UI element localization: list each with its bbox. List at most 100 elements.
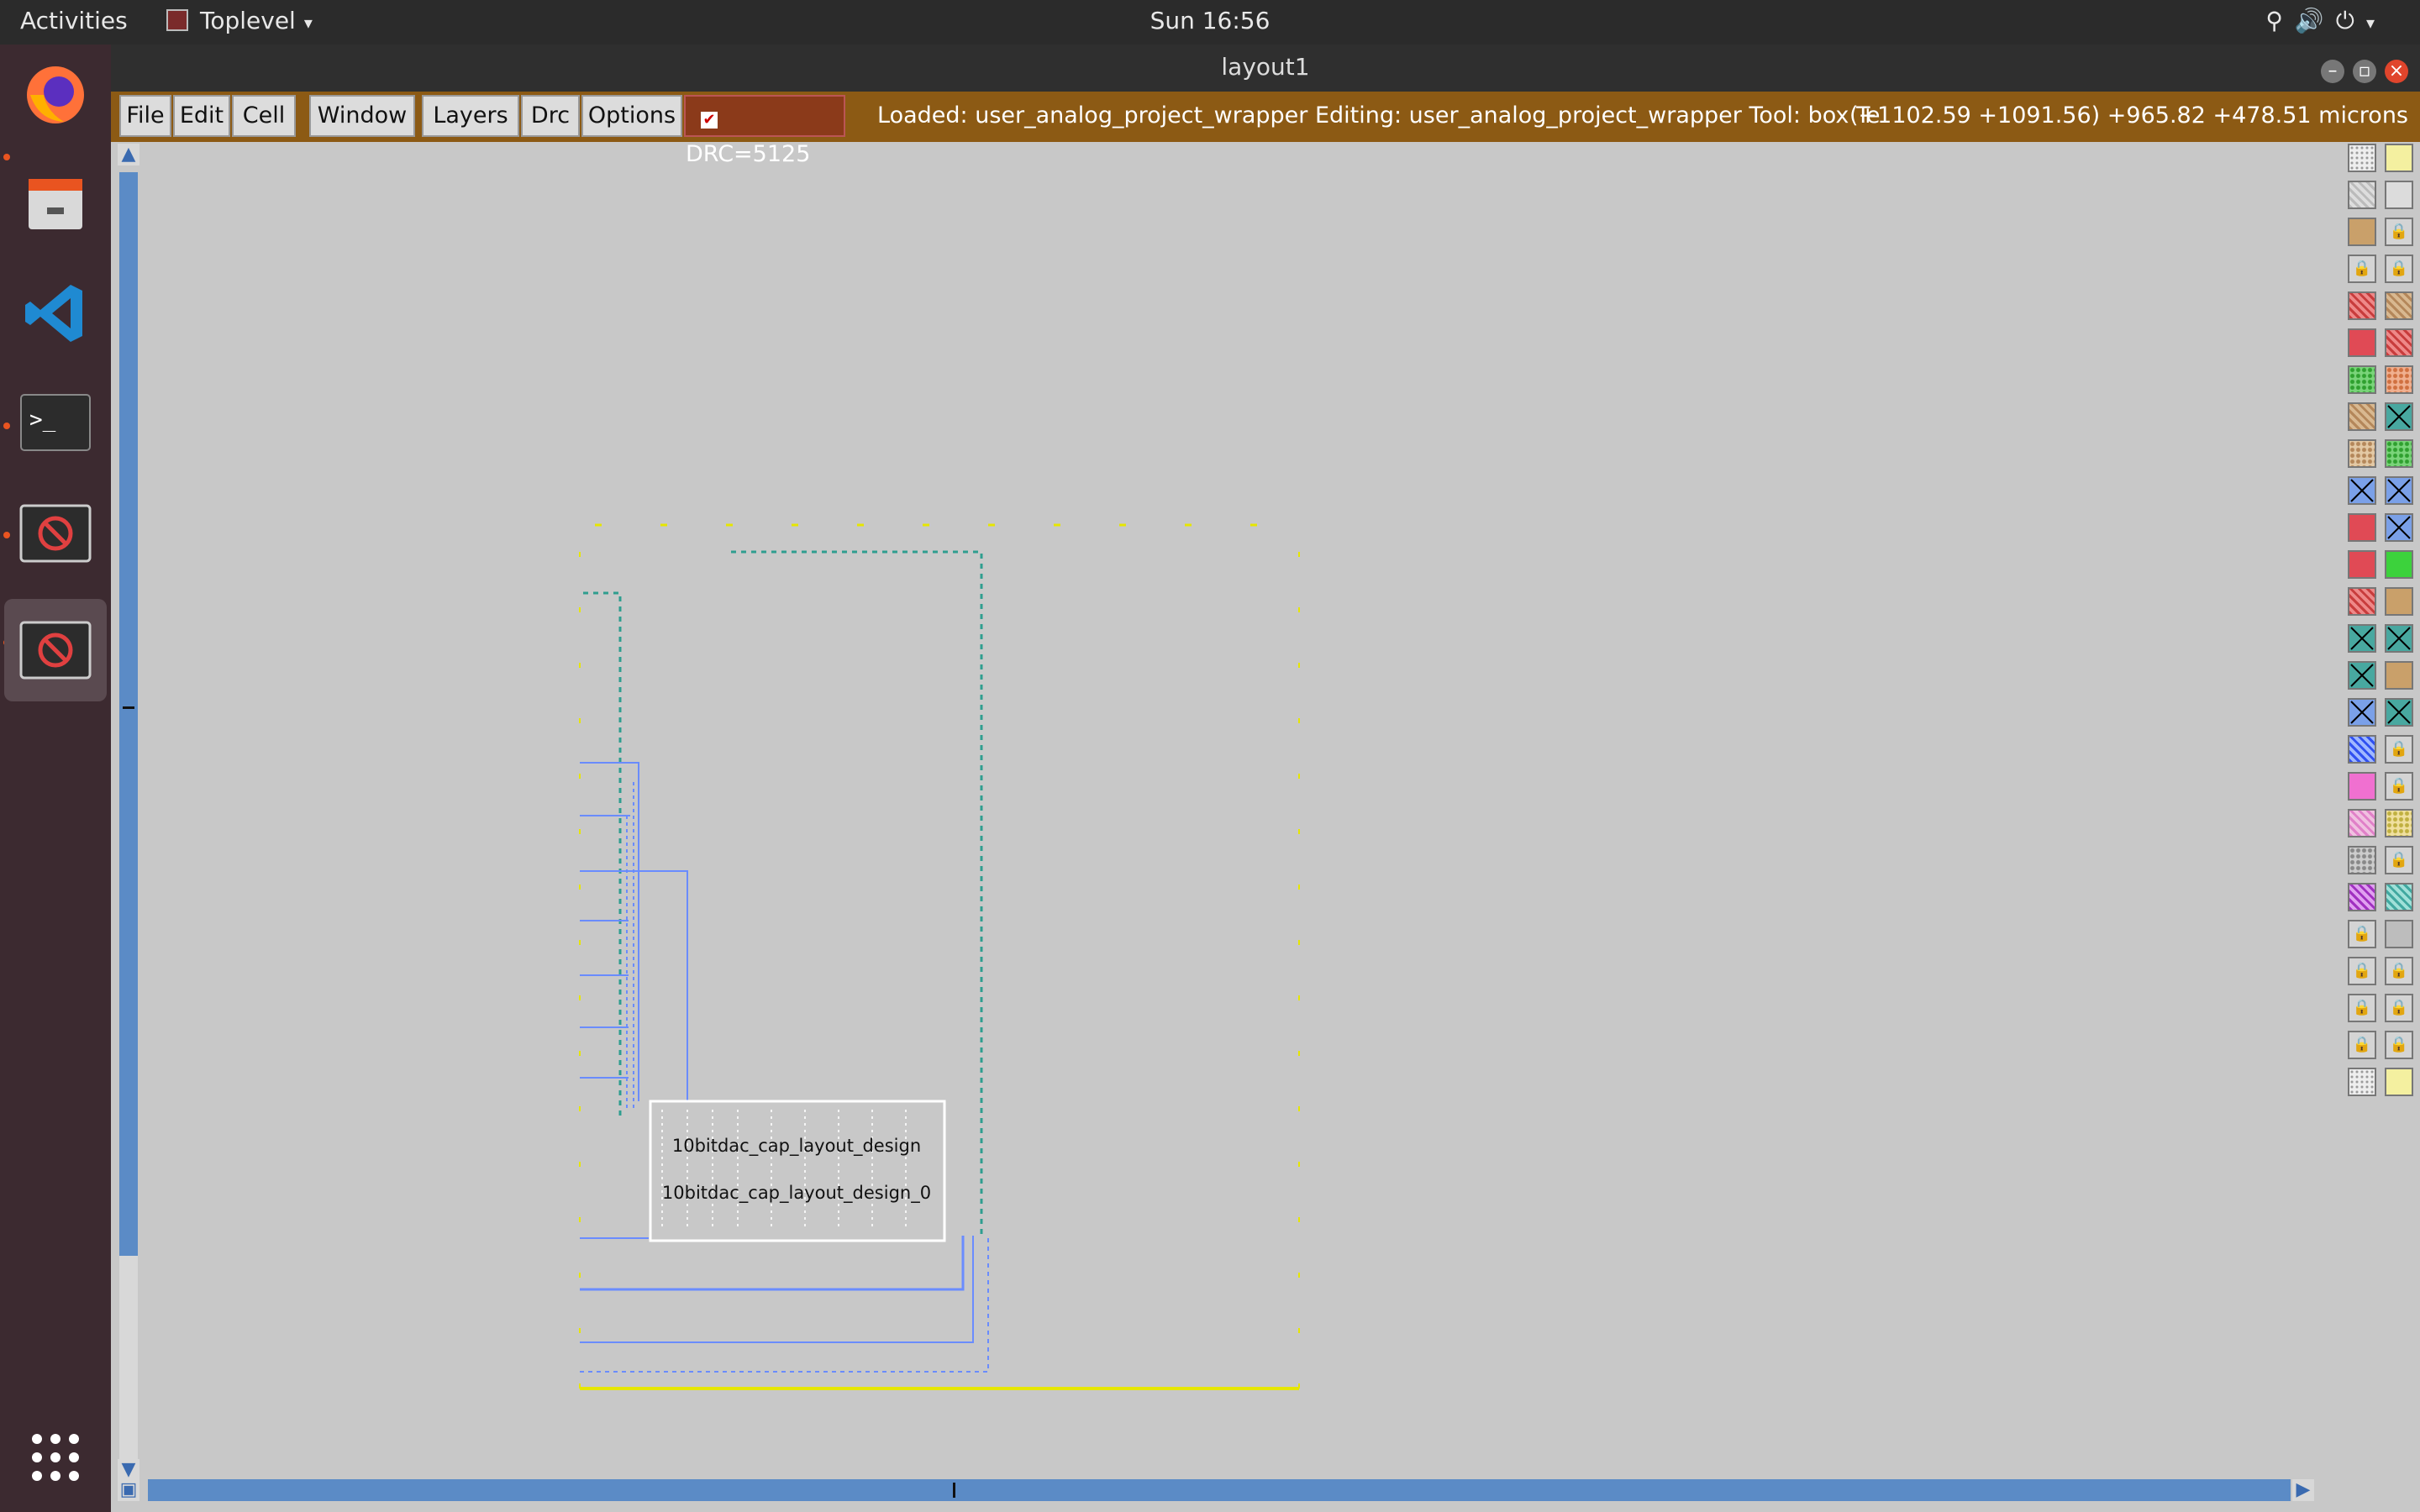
layer-swatch[interactable] xyxy=(2385,144,2413,172)
lock-icon[interactable]: 🔒 xyxy=(2348,920,2376,948)
layer-swatch[interactable] xyxy=(2348,698,2376,727)
layer-swatch[interactable] xyxy=(2385,439,2413,468)
layer-swatch[interactable] xyxy=(2385,661,2413,690)
horizontal-scroll-thumb[interactable] xyxy=(148,1479,2291,1501)
drc-toggle[interactable]: ✔DRC=5125 xyxy=(684,95,845,167)
layer-swatch[interactable] xyxy=(2348,883,2376,911)
menu-window[interactable]: Window xyxy=(309,95,415,137)
scroll-right-icon[interactable]: ▶ xyxy=(2292,1479,2314,1501)
dock-item-terminal[interactable]: >_ xyxy=(15,382,96,463)
lock-icon[interactable]: 🔒 xyxy=(2385,994,2413,1022)
dock-item-magic-2[interactable] xyxy=(4,599,107,701)
dock-item-magic-1[interactable] xyxy=(15,493,96,574)
show-applications-button[interactable] xyxy=(15,1417,96,1498)
layer-swatch[interactable] xyxy=(2348,513,2376,542)
lock-icon[interactable]: 🔒 xyxy=(2385,772,2413,801)
layer-swatch[interactable] xyxy=(2348,291,2376,320)
layer-swatch[interactable] xyxy=(2348,587,2376,616)
zoom-box-icon[interactable]: ▣ xyxy=(118,1479,139,1501)
running-indicator xyxy=(3,154,10,160)
layer-swatch[interactable] xyxy=(2348,809,2376,837)
power-icon: ⏻ xyxy=(2335,7,2366,34)
menu-options[interactable]: Options xyxy=(581,95,682,137)
system-top-bar: Activities Toplevel ▾ Sun 16:56 ⚲🔊⏻▾ xyxy=(0,0,2420,45)
layer-swatch[interactable] xyxy=(2348,402,2376,431)
vscode-icon xyxy=(25,285,82,342)
layer-swatch[interactable] xyxy=(2385,476,2413,505)
menu-edit[interactable]: Edit xyxy=(173,95,230,137)
cell-name-label: 10bitdac_cap_layout_design xyxy=(672,1136,921,1157)
vertical-scroll-thumb[interactable] xyxy=(119,172,138,1256)
layer-swatch[interactable] xyxy=(2348,772,2376,801)
activities-button[interactable]: Activities xyxy=(20,7,128,34)
dock-item-firefox[interactable] xyxy=(15,55,96,135)
lock-icon[interactable]: 🔒 xyxy=(2385,957,2413,985)
lock-icon[interactable]: 🔒 xyxy=(2385,846,2413,874)
layer-swatch[interactable] xyxy=(2385,365,2413,394)
close-icon[interactable]: × xyxy=(2385,60,2408,83)
layer-swatch[interactable] xyxy=(2385,1068,2413,1096)
layer-swatch[interactable] xyxy=(2348,846,2376,874)
layer-swatch[interactable] xyxy=(2348,550,2376,579)
lock-icon[interactable]: 🔒 xyxy=(2385,218,2413,246)
menu-layers[interactable]: Layers xyxy=(422,95,519,137)
window-titlebar[interactable]: layout1 – ▫ × xyxy=(111,45,2420,92)
dock-item-files[interactable] xyxy=(15,164,96,244)
layer-swatch[interactable] xyxy=(2385,328,2413,357)
minimize-icon[interactable]: – xyxy=(2321,60,2344,83)
menu-cell[interactable]: Cell xyxy=(232,95,296,137)
lock-icon[interactable]: 🔒 xyxy=(2348,957,2376,985)
clock[interactable]: Sun 16:56 xyxy=(1150,7,1270,34)
layer-swatch[interactable] xyxy=(2348,328,2376,357)
layer-swatch[interactable] xyxy=(2385,624,2413,653)
lock-icon[interactable]: 🔒 xyxy=(2348,255,2376,283)
layer-swatch[interactable] xyxy=(2348,624,2376,653)
magic-layout-window: layout1 – ▫ × File Edit Cell Window Layers… xyxy=(111,45,2420,1512)
volume-icon: 🔊 xyxy=(2294,7,2336,34)
layer-swatch[interactable] xyxy=(2348,476,2376,505)
layer-swatch[interactable] xyxy=(2385,698,2413,727)
layer-swatch[interactable] xyxy=(2385,550,2413,579)
layer-swatch[interactable] xyxy=(2385,920,2413,948)
firefox-icon xyxy=(27,66,84,123)
app-menu[interactable]: Toplevel ▾ xyxy=(166,7,313,34)
horizontal-scrollbar[interactable]: ▣ ◀ ▶ xyxy=(118,1479,2319,1501)
layer-swatch[interactable] xyxy=(2385,883,2413,911)
cursor-coordinates: (+1102.59 +1091.56) +965.82 +478.51 micr… xyxy=(1849,102,2408,129)
checkmark-icon: ✔ xyxy=(701,112,718,129)
layer-swatch[interactable] xyxy=(2348,661,2376,690)
menu-drc[interactable]: Drc xyxy=(521,95,580,137)
lock-icon[interactable]: 🔒 xyxy=(2385,255,2413,283)
system-tray[interactable]: ⚲🔊⏻▾ xyxy=(2265,7,2386,35)
layer-swatch[interactable] xyxy=(2348,735,2376,764)
layer-swatch[interactable] xyxy=(2348,439,2376,468)
cell-instance[interactable]: 10bitdac_cap_layout_design 10bitdac_cap_… xyxy=(649,1100,946,1242)
dock-item-vscode[interactable] xyxy=(15,273,96,354)
layer-swatch[interactable] xyxy=(2348,365,2376,394)
layer-swatch[interactable] xyxy=(2385,513,2413,542)
window-title: layout1 xyxy=(1221,53,1310,81)
layer-swatch[interactable] xyxy=(2385,291,2413,320)
scroll-up-icon[interactable]: ▲ xyxy=(118,144,139,165)
maximize-icon[interactable]: ▫ xyxy=(2353,60,2376,83)
layer-swatch[interactable] xyxy=(2385,181,2413,209)
layout-canvas[interactable]: 10bitdac_cap_layout_design 10bitdac_cap_… xyxy=(150,144,2341,1473)
layer-swatch[interactable] xyxy=(2348,218,2376,246)
layer-swatch[interactable] xyxy=(2348,1068,2376,1096)
lock-icon[interactable]: 🔒 xyxy=(2348,994,2376,1022)
layer-swatch[interactable] xyxy=(2385,587,2413,616)
chevron-down-icon: ▾ xyxy=(2365,13,2386,33)
layer-swatch[interactable] xyxy=(2385,809,2413,837)
layer-swatch[interactable] xyxy=(2385,402,2413,431)
layer-swatch[interactable] xyxy=(2348,181,2376,209)
lock-icon[interactable]: 🔒 xyxy=(2385,1031,2413,1059)
layout-drawing[interactable]: 10bitdac_cap_layout_design 10bitdac_cap_… xyxy=(150,144,2341,1473)
grid-icon xyxy=(32,1434,79,1481)
layer-swatch[interactable] xyxy=(2348,144,2376,172)
lock-icon[interactable]: 🔒 xyxy=(2385,735,2413,764)
scroll-down-icon[interactable]: ▼ xyxy=(118,1459,139,1481)
menu-file[interactable]: File xyxy=(119,95,171,137)
vertical-scrollbar[interactable]: ▲ ▼ xyxy=(118,144,139,1481)
dock: >_ xyxy=(0,45,111,1512)
lock-icon[interactable]: 🔒 xyxy=(2348,1031,2376,1059)
